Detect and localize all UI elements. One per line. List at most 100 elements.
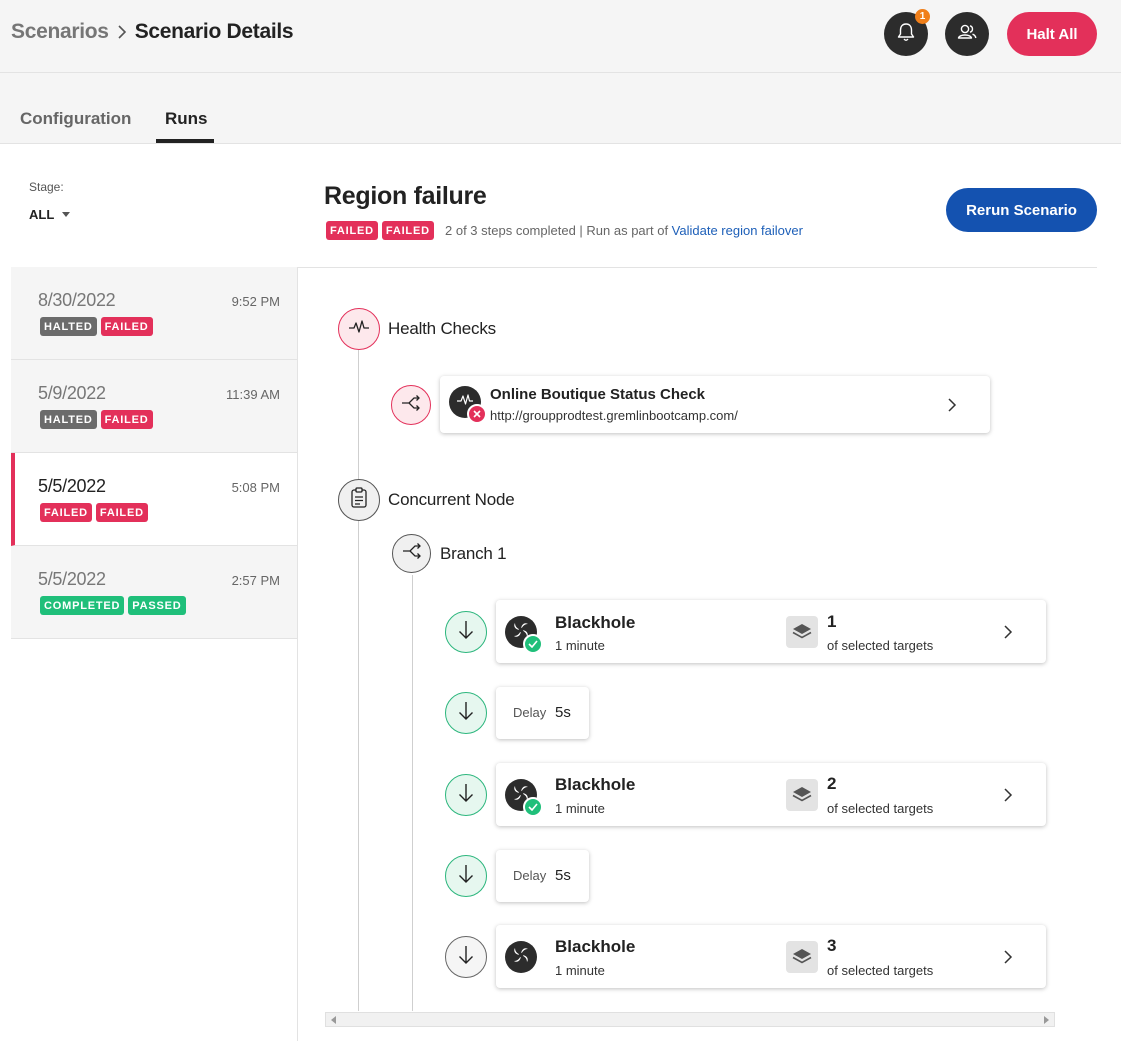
- halt-all-button[interactable]: Halt All: [1007, 12, 1097, 56]
- scroll-right-arrow-icon[interactable]: [1044, 1016, 1049, 1024]
- run-badges: COMPLETED PASSED: [40, 596, 186, 615]
- status-badge: HALTED: [40, 410, 97, 429]
- attack-avatar: [505, 941, 537, 973]
- chevron-right-icon: [109, 22, 135, 42]
- tabs-bar: Configuration Runs: [0, 73, 1121, 144]
- breadcrumb: Scenarios Scenario Details: [11, 20, 294, 44]
- status-badge: HALTED: [40, 317, 97, 336]
- step-status-node: [445, 936, 487, 978]
- target-count: 1: [827, 612, 837, 631]
- step-status-node: [445, 611, 487, 653]
- attack-step-card[interactable]: Blackhole 1 minute 1 of selected targets: [496, 600, 1046, 663]
- layers-icon: [786, 616, 818, 648]
- scenario-title: Region failure: [324, 182, 487, 210]
- scroll-left-arrow-icon[interactable]: [331, 1016, 336, 1024]
- status-badge: FAILED: [100, 317, 153, 336]
- branch-label: Branch 1: [440, 544, 507, 563]
- arrow-down-icon: [458, 783, 474, 808]
- horizontal-scrollbar[interactable]: [325, 1012, 1055, 1027]
- status-badge: FAILED: [381, 221, 434, 240]
- run-badges: FAILED FAILED: [40, 503, 148, 522]
- notification-count-badge: 1: [915, 9, 930, 24]
- branch-node: [392, 534, 431, 573]
- layers-icon: [786, 941, 818, 973]
- delay-step-card[interactable]: Delay 5s: [496, 687, 589, 739]
- run-badges: HALTED FAILED: [40, 317, 153, 336]
- notifications-button[interactable]: 1: [884, 9, 930, 56]
- delay-label: Delay: [513, 868, 547, 883]
- runs-list: 8/30/2022 9:52 PM HALTED FAILED 5/9/2022…: [11, 267, 298, 639]
- run-list-item[interactable]: 5/5/2022 2:57 PM COMPLETED PASSED: [11, 546, 298, 639]
- blackhole-icon: [510, 944, 532, 971]
- branch-icon: [400, 394, 422, 417]
- divider: [297, 267, 298, 1041]
- health-check-card[interactable]: Online Boutique Status Check http://grou…: [440, 376, 990, 433]
- top-header: Scenarios Scenario Details 1 Halt All: [0, 0, 1121, 73]
- arrow-down-icon: [458, 864, 474, 889]
- health-checks-node: [338, 308, 380, 350]
- timeline-connector: [358, 521, 359, 1011]
- layers-icon: [786, 779, 818, 811]
- health-check-branch-node: [391, 385, 431, 425]
- run-list-item-selected[interactable]: 5/5/2022 5:08 PM FAILED FAILED: [11, 453, 298, 546]
- attack-step-card[interactable]: Blackhole 1 minute 2 of selected targets: [496, 763, 1046, 826]
- divider: [298, 267, 1097, 268]
- run-time: 2:57 PM: [231, 573, 280, 588]
- tab-configuration[interactable]: Configuration: [20, 109, 131, 129]
- rerun-scenario-button[interactable]: Rerun Scenario: [946, 188, 1097, 232]
- status-badge: FAILED: [100, 410, 153, 429]
- scenario-status-badges: FAILED FAILED: [326, 221, 434, 240]
- attack-duration: 1 minute: [555, 638, 605, 653]
- delay-step-card[interactable]: Delay 5s: [496, 850, 589, 902]
- run-date: 5/9/2022: [38, 383, 106, 403]
- chevron-right-icon[interactable]: [946, 398, 958, 412]
- status-badge: FAILED: [40, 503, 92, 522]
- target-text: of selected targets: [827, 963, 934, 978]
- attack-duration: 1 minute: [555, 801, 605, 816]
- users-icon: [955, 21, 979, 48]
- run-meta: 2 of 3 steps completed | Run as part of …: [445, 223, 803, 238]
- page-title: Scenario Details: [134, 20, 294, 43]
- target-count: 3: [827, 936, 837, 955]
- attack-title: Blackhole: [555, 937, 636, 956]
- run-badges: HALTED FAILED: [40, 410, 153, 429]
- attack-duration: 1 minute: [555, 963, 605, 978]
- chevron-right-icon[interactable]: [1002, 625, 1014, 639]
- run-time: 11:39 AM: [226, 387, 280, 402]
- failed-status-icon: [467, 404, 487, 424]
- step-status-node: [445, 774, 487, 816]
- caret-down-icon: [62, 212, 71, 217]
- bell-icon: [895, 21, 917, 48]
- check-circle-icon: [523, 634, 543, 654]
- step-status-node: [445, 855, 487, 897]
- delay-value: 5s: [555, 704, 571, 721]
- step-status-node: [445, 692, 487, 734]
- active-tab-indicator: [156, 139, 214, 143]
- timeline-connector: [358, 350, 359, 483]
- status-badge: COMPLETED: [40, 596, 125, 615]
- stage-filter-dropdown[interactable]: ALL: [29, 207, 71, 222]
- stage-filter-value: ALL: [29, 207, 55, 222]
- delay-value: 5s: [555, 867, 571, 884]
- health-check-title: Online Boutique Status Check: [490, 386, 706, 403]
- chevron-right-icon[interactable]: [1002, 950, 1014, 964]
- run-list-item[interactable]: 8/30/2022 9:52 PM HALTED FAILED: [11, 267, 298, 360]
- pulse-icon: [348, 319, 370, 340]
- arrow-down-icon: [458, 945, 474, 970]
- team-button[interactable]: [945, 12, 989, 56]
- status-badge: FAILED: [326, 221, 378, 240]
- attack-title: Blackhole: [555, 613, 636, 632]
- concurrent-node: [338, 479, 380, 521]
- health-check-url: http://groupprodtest.gremlinbootcamp.com…: [490, 408, 738, 423]
- chevron-right-icon[interactable]: [1002, 788, 1014, 802]
- attack-step-card[interactable]: Blackhole 1 minute 3 of selected targets: [496, 925, 1046, 988]
- gameday-link[interactable]: Validate region failover: [672, 223, 803, 238]
- run-date: 8/30/2022: [38, 290, 116, 310]
- run-list-item[interactable]: 5/9/2022 11:39 AM HALTED FAILED: [11, 360, 298, 453]
- target-text: of selected targets: [827, 638, 934, 653]
- tab-runs[interactable]: Runs: [165, 109, 208, 129]
- run-date: 5/5/2022: [38, 569, 106, 589]
- status-badge: FAILED: [95, 503, 148, 522]
- attack-title: Blackhole: [555, 775, 636, 794]
- breadcrumb-scenarios-link[interactable]: Scenarios: [11, 20, 109, 44]
